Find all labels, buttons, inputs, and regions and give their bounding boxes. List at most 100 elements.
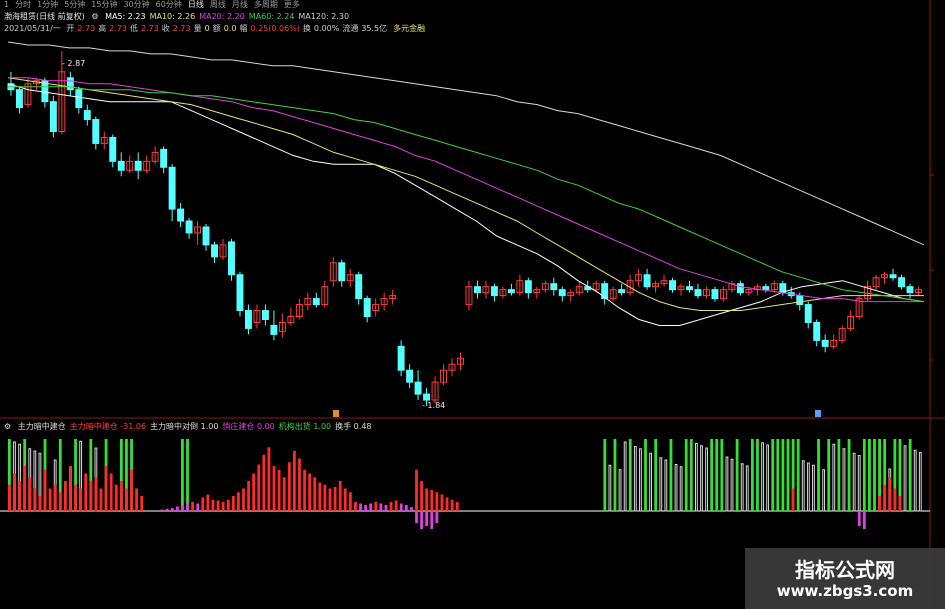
indicator-bar-main [231,496,235,511]
indicator-bar-main [58,492,62,511]
period-tab[interactable]: 1分钟 [37,0,58,9]
price-info-bar: 2021/05/31/一 开 2.73 高 2.73 低 2.73 收 2.73 量 0 额 0.0 幅… [4,24,431,34]
info-value: 0 [204,24,210,33]
indicator-legend: ⚙ 主力暗中建仓 主力暗中建仓 -31.06 主力暗中对倒 1.00 悄庄建仓 0.0… [4,422,380,432]
candle [507,289,515,294]
indicator-bar-white [623,441,627,512]
gear-icon[interactable]: ⚙ [91,12,98,21]
gear-icon[interactable]: ⚙ [4,422,11,431]
indicator-label: 主力暗中建仓 -31.06 [69,422,147,431]
candle [796,295,804,306]
info-label: 换 [302,24,311,33]
candle [261,310,269,320]
ma-line-ma20 [8,77,924,303]
indicator-bar-main [440,494,444,511]
period-tab[interactable]: 1 [4,0,9,9]
indicator-bar-main [206,494,210,511]
indicator-label: 主力暗中建仓 [17,422,66,431]
indicator-label: 主力暗中对倒 1.00 [150,422,219,431]
period-tab[interactable]: 周线 [210,0,226,9]
info-label: 开 [66,24,75,33]
indicator-bar-white [700,445,703,512]
indicator-bar-main [226,499,230,511]
ma-line-ma10 [7,77,924,311]
period-tab[interactable]: 更多 [284,0,300,9]
period-tab[interactable]: 15分钟 [91,0,117,9]
indicator-bar-main [791,488,795,511]
period-toolbar[interactable]: 1 分时 1分钟 5分钟 15分钟 30分钟 60分钟 日线 周线 月线 多周期 更多 [4,0,306,10]
indicator-bar-white [659,457,663,512]
indicator-bar-white [674,464,678,512]
indicator-bar-main [89,481,93,511]
period-tab[interactable]: 60分钟 [156,0,182,9]
indicator-bar-white [639,448,642,512]
info-label: 低 [129,24,138,33]
indicator-bar-main [28,477,32,511]
candle [397,345,405,371]
indicator-bar-green [654,439,658,511]
candle [736,283,744,294]
candle [109,136,117,162]
period-tab[interactable]: 多周期 [254,0,278,9]
indicator-bar-main [379,503,383,511]
indicator-bar-main [394,500,398,511]
event-marker [333,410,339,417]
indicator-bar-green [628,439,632,511]
indicator-bar-main [181,505,184,511]
candle [821,339,829,347]
indicator-bar-main [175,506,179,511]
ma-line-ma60 [8,86,925,303]
indicator-bar-main [125,488,128,511]
indicator-bar-main [252,473,256,511]
indicator-bar-main [282,477,286,511]
indicator-bar-main [69,466,72,511]
period-tab[interactable]: 月线 [232,0,248,9]
indicator-bar-green [603,439,607,511]
indicator-label: 机构出货 1.00 [278,422,332,431]
indicator-bar-white [806,462,810,512]
indicator-bar-green [756,439,759,511]
candle [473,286,481,294]
indicator-bar-green [720,439,724,511]
indicator-bar-main [160,509,164,511]
indicator-bar-green [715,439,719,511]
indicator-bar-main [23,466,27,511]
indicator-bar-white [842,448,846,512]
low-label: - 1.84 [422,401,445,410]
candle [669,280,676,291]
period-tab[interactable]: 分时 [15,0,31,9]
stock-title: 渤海租赁(日线 前复权) [4,12,85,21]
indicator-bar-main [119,481,123,511]
info-label: 幅 [239,24,248,33]
stock-chart[interactable]: - 2.87 - 1.84 [0,0,945,609]
indicator-bar-green [786,439,790,511]
info-value: 35.5亿 [361,24,388,33]
indicator-bar-main [348,492,352,511]
indicator-bar-neg [425,511,429,526]
indicator-bar-white [740,463,744,512]
indicator-bar-green [181,439,184,511]
info-value: 0.25(0.06%) [250,24,300,33]
indicator-bar-green [873,439,876,511]
indicator-bar-white [832,443,836,512]
indicator-bar-white [852,452,856,512]
period-tab[interactable]: 30分钟 [123,0,149,9]
indicator-bar-main [79,488,83,511]
period-tab[interactable]: 日线 [188,0,204,9]
indicator-bar-main [63,481,67,511]
indicator-bar-white [705,447,708,512]
indicator-bar-neg [862,511,866,529]
indicator-bar-white [695,443,698,512]
candle [244,310,252,329]
candle [363,298,371,318]
indicator-bar-green [796,439,800,511]
indicator-bar-white [730,458,734,512]
indicator-bar-main [242,488,245,511]
ma-value: MA5: 2.23 [105,12,146,21]
indicator-bar-main [323,484,327,511]
indicator-bar-main [883,484,887,511]
indicator-bar-main [109,473,113,511]
indicator-bar-main [404,505,408,511]
candle [15,89,23,109]
period-tab[interactable]: 5分钟 [64,0,85,9]
